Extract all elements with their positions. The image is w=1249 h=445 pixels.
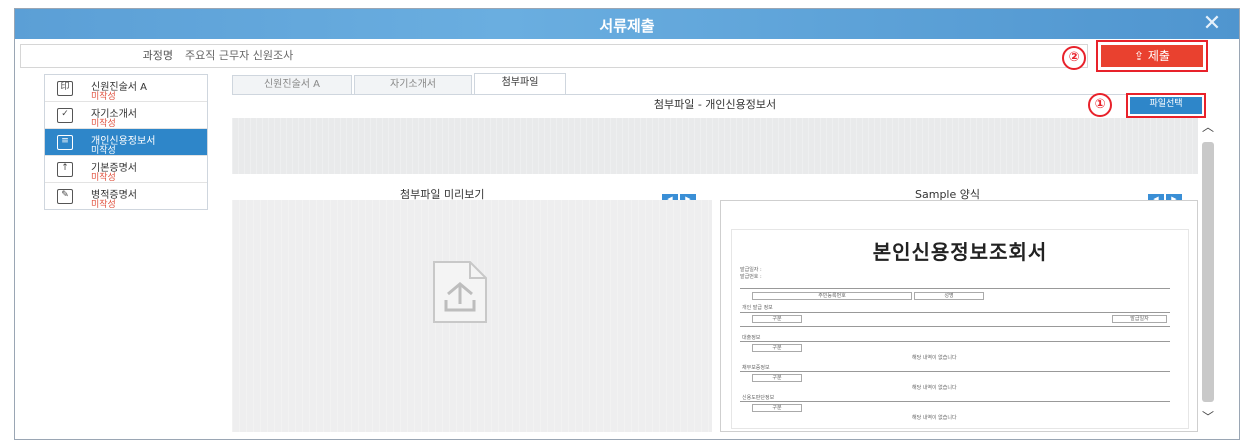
sidebar-item-status: 미작성 bbox=[91, 119, 116, 129]
sample-text: 해당 내역이 없습니다 bbox=[912, 385, 957, 391]
sidebar-item-identity-statement[interactable]: 印 신원진술서 A 미작성 bbox=[45, 75, 207, 102]
sample-rule bbox=[740, 288, 1170, 289]
sample-preview: 본인신용정보조회서 발급일자 : 발급번호 : 주민등록번호 성명 개인 발급 … bbox=[720, 200, 1198, 432]
tab-identity-statement[interactable]: 신원진술서 A bbox=[232, 75, 352, 95]
file-drop-area[interactable] bbox=[232, 118, 1198, 174]
attachment-preview bbox=[232, 200, 712, 432]
sample-cell: 발급일자 bbox=[1112, 315, 1167, 323]
upload-box-icon: ↑ bbox=[57, 162, 73, 177]
sample-cell: 주민등록번호 bbox=[752, 292, 912, 300]
sample-rule bbox=[740, 326, 1170, 327]
preview-nav: ◀ ▶ bbox=[660, 186, 696, 205]
file-upload-icon bbox=[433, 261, 487, 323]
sample-cell: 구분 bbox=[752, 374, 802, 382]
sample-cell: 구분 bbox=[752, 404, 802, 412]
submit-highlight: ⇪ 제출 bbox=[1096, 40, 1208, 72]
sample-cell: 구분 bbox=[752, 344, 802, 352]
sidebar-item-status: 미작성 bbox=[91, 92, 116, 102]
sidebar-item-status: 미작성 bbox=[91, 146, 116, 156]
sample-text: 해당 내역이 없습니다 bbox=[912, 355, 957, 361]
course-row: 과정명 주요직 근무자 신원조사 bbox=[20, 44, 1088, 68]
sidebar-item-military-certificate[interactable]: ✎ 병적증명서 미작성 bbox=[45, 183, 207, 210]
sidebar-item-status: 미작성 bbox=[91, 200, 116, 210]
sample-rule bbox=[740, 401, 1170, 402]
course-value: 주요직 근무자 신원조사 bbox=[185, 49, 294, 62]
close-icon[interactable]: ✕ bbox=[1199, 12, 1225, 36]
checkbox-icon: ✓ bbox=[57, 108, 73, 123]
submit-button[interactable]: ⇪ 제출 bbox=[1101, 45, 1203, 67]
sample-nav: ◀ ▶ bbox=[1146, 186, 1182, 205]
step-two-badge: ② bbox=[1062, 46, 1086, 70]
sample-text: 개인 발급 정보 bbox=[742, 305, 773, 311]
tab-self-intro[interactable]: 자기소개서 bbox=[354, 75, 472, 95]
scroll-up-icon[interactable]: ︿ bbox=[1201, 120, 1215, 134]
scrollbar[interactable]: ︿ ﹀ bbox=[1198, 118, 1218, 432]
sample-cell: 성명 bbox=[914, 292, 984, 300]
sample-rule bbox=[740, 371, 1170, 372]
sample-cell: 구분 bbox=[752, 315, 802, 323]
file-select-highlight: 파일선택 bbox=[1126, 93, 1206, 118]
title-bar: 서류제출 ✕ bbox=[15, 9, 1239, 39]
sample-doc-title: 본인신용정보조회서 bbox=[872, 240, 1048, 264]
sample-document: 본인신용정보조회서 발급일자 : 발급번호 : 주민등록번호 성명 개인 발급 … bbox=[731, 229, 1189, 429]
sample-rule bbox=[740, 341, 1170, 342]
seal-icon: 印 bbox=[57, 81, 73, 96]
file-select-button[interactable]: 파일선택 bbox=[1130, 97, 1202, 114]
tab-divider bbox=[232, 94, 1196, 95]
sample-text: 신용도판단정보 bbox=[742, 395, 775, 401]
step-one-badge: ① bbox=[1088, 93, 1112, 117]
sample-text: 대출정보 bbox=[742, 335, 761, 341]
upload-icon: ⇪ bbox=[1134, 49, 1145, 63]
sample-rule bbox=[740, 312, 1170, 313]
sample-text: 발급일자 : bbox=[740, 267, 762, 273]
document-sidebar: 印 신원진술서 A 미작성 ✓ 자기소개서 미작성 ≡ 개인신용정보서 미작성 … bbox=[44, 74, 208, 210]
sidebar-item-status: 미작성 bbox=[91, 173, 116, 183]
course-label: 과정명 bbox=[142, 49, 173, 62]
document-title: 첨부파일 - 개인신용정보서 bbox=[653, 98, 777, 111]
sidebar-item-self-intro[interactable]: ✓ 자기소개서 미작성 bbox=[45, 102, 207, 129]
tab-attachment[interactable]: 첨부파일 bbox=[474, 73, 566, 95]
scroll-thumb[interactable] bbox=[1202, 142, 1214, 402]
document-icon: ≡ bbox=[57, 135, 73, 150]
dialog-title: 서류제출 bbox=[599, 17, 655, 35]
sidebar-item-basic-certificate[interactable]: ↑ 기본증명서 미작성 bbox=[45, 156, 207, 183]
scroll-down-icon[interactable]: ﹀ bbox=[1201, 410, 1215, 424]
submit-label: 제출 bbox=[1147, 49, 1170, 63]
sample-text: 해당 내역이 없습니다 bbox=[912, 415, 957, 421]
sample-text: 발급번호 : bbox=[740, 274, 762, 280]
sample-text: 채무보증정보 bbox=[742, 365, 770, 371]
sidebar-item-credit-info[interactable]: ≡ 개인신용정보서 미작성 bbox=[45, 129, 207, 156]
edit-icon: ✎ bbox=[57, 189, 73, 204]
